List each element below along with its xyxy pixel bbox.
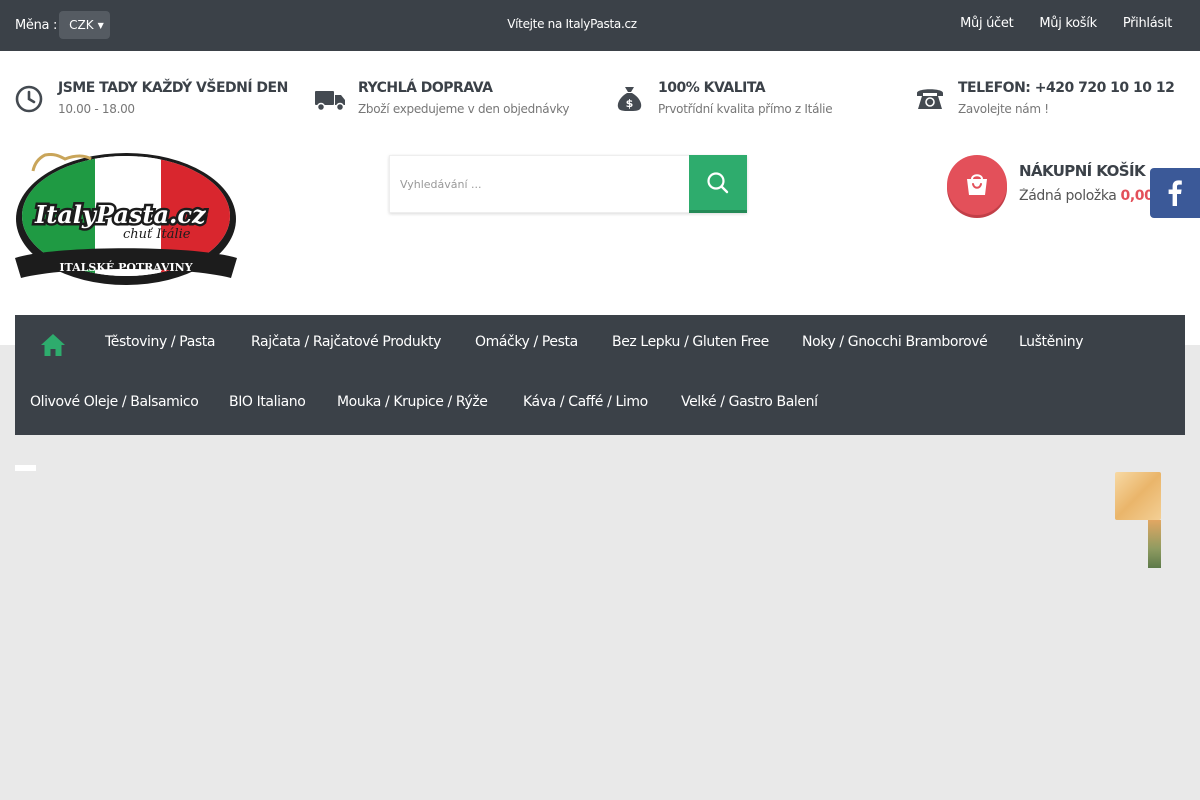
nav-item-sauces[interactable]: Omáčky / Pesta	[475, 334, 578, 350]
cart-price: 0,00	[1120, 188, 1151, 204]
money-bag-icon: $	[615, 83, 645, 113]
my-cart-link[interactable]: Můj košík	[1039, 16, 1097, 31]
info-title: JSME TADY KAŽDÝ VŠEDNÍ DEN	[58, 80, 288, 96]
cart-empty-text: Žádná položka	[1019, 188, 1117, 204]
top-bar: Měna : CZK ▼ Vítejte na ItalyPasta.cz Mů…	[0, 0, 1200, 51]
logo-banner: ITALSKÉ POTRAVINY	[59, 260, 192, 274]
login-link[interactable]: Přihlásit	[1123, 16, 1172, 31]
clock-icon	[15, 83, 45, 113]
nav-item-legumes[interactable]: Luštěniny	[1019, 334, 1084, 350]
hero-slider[interactable]	[15, 465, 1185, 800]
info-sub: 10.00 - 18.00	[58, 102, 135, 116]
nav-item-bio[interactable]: BIO Italiano	[229, 394, 306, 410]
main-navigation: Těstoviny / Pasta Rajčata / Rajčatové Pr…	[15, 315, 1185, 435]
info-title: TELEFON: +420 720 10 10 12	[958, 80, 1175, 96]
nav-item-pasta[interactable]: Těstoviny / Pasta	[105, 334, 215, 350]
cart-button[interactable]	[947, 155, 1007, 215]
facebook-icon	[1168, 180, 1182, 206]
svg-text:$: $	[626, 97, 634, 110]
logo-tagline: chuť Itálie	[123, 227, 191, 242]
home-icon	[41, 334, 65, 356]
info-sub: Zboží expedujeme v den objednávky	[358, 102, 570, 116]
nav-item-flour[interactable]: Mouka / Krupice / Rýže	[337, 394, 488, 410]
nav-item-coffee[interactable]: Káva / Caffé / Limo	[523, 394, 648, 410]
info-sub: Prvotřídní kvalita přímo z Itálie	[658, 102, 833, 116]
info-sub: Zavolejte nám !	[958, 102, 1049, 116]
account-links: Můj účet Můj košík Přihlásit	[960, 16, 1172, 31]
info-hours: JSME TADY KAŽDÝ VŠEDNÍ DEN 10.00 - 18.00	[15, 78, 288, 120]
search-icon	[707, 171, 729, 193]
info-quality: $ 100% KVALITA Prvotřídní kvalita přímo …	[615, 78, 833, 120]
search-button[interactable]	[689, 155, 747, 213]
nav-item-gluten-free[interactable]: Bez Lepku / Gluten Free	[612, 334, 769, 350]
info-shipping: RYCHLÁ DOPRAVA Zboží expedujeme v den ob…	[315, 78, 569, 120]
slider-thumbnail[interactable]	[1148, 520, 1161, 568]
truck-icon	[315, 83, 345, 113]
info-phone: TELEFON: +420 720 10 10 12 Zavolejte nám…	[915, 78, 1175, 120]
cart-summary: Žádná položka 0,00	[1019, 188, 1151, 204]
search-bar: Vyhledávání ...	[389, 155, 747, 213]
nav-item-olive-oils[interactable]: Olivové Oleje / Balsamico	[30, 394, 199, 410]
nav-item-tomatoes[interactable]: Rajčata / Rajčatové Produkty	[251, 334, 441, 350]
info-title: RYCHLÁ DOPRAVA	[358, 80, 493, 96]
slider-thumbnail[interactable]	[1115, 472, 1161, 520]
facebook-button[interactable]	[1150, 168, 1200, 218]
cart-title: NÁKUPNÍ KOŠÍK	[1019, 162, 1146, 180]
nav-item-gastro[interactable]: Velké / Gastro Balení	[681, 394, 818, 410]
logo-main-text: ItalyPasta.cz	[34, 200, 207, 229]
nav-item-gnocchi[interactable]: Noky / Gnocchi Bramborové	[802, 334, 988, 350]
home-link[interactable]	[40, 332, 66, 358]
search-input[interactable]: Vyhledávání ...	[389, 155, 689, 213]
info-title: 100% KVALITA	[658, 80, 766, 96]
shopping-bag-icon	[967, 174, 987, 195]
slider-corner	[15, 465, 36, 471]
my-account-link[interactable]: Můj účet	[960, 16, 1014, 31]
phone-icon	[915, 83, 945, 113]
site-logo[interactable]: ItalyPasta.cz chuť Itálie ITALSKÉ POTRAV…	[15, 153, 237, 286]
